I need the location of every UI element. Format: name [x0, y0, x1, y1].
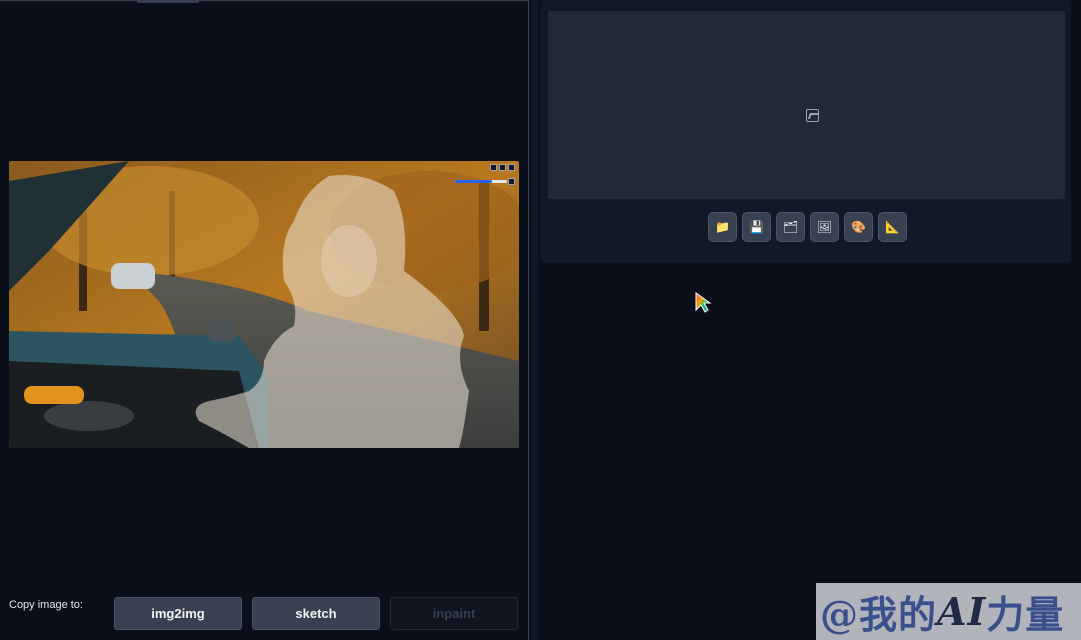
output-panel: 📁 💾 🗂 🖼 🎨 📐 — [541, 0, 1071, 263]
copy-to-img2img-button[interactable]: img2img — [114, 597, 242, 630]
panel-top-indicator — [137, 1, 199, 3]
panel-divider[interactable] — [532, 0, 538, 640]
folder-icon: 📁 — [715, 220, 730, 234]
image-icon — [806, 109, 819, 122]
output-toolbar: 📁 💾 🗂 🖼 🎨 📐 — [708, 212, 907, 242]
watermark-prefix: @我的 — [820, 592, 938, 637]
save-button[interactable]: 💾 — [742, 212, 771, 242]
brush-color-picker[interactable] — [508, 178, 515, 185]
brush-size-slider[interactable] — [455, 180, 507, 183]
zip-button[interactable]: 🗂 — [776, 212, 805, 242]
send-to-img2img-button[interactable]: 🖼 — [810, 212, 839, 242]
brush-size-fill — [455, 180, 493, 183]
output-image-area — [548, 11, 1065, 199]
sketch-canvas[interactable] — [9, 161, 519, 448]
copy-image-label: Copy image to: — [9, 599, 83, 611]
inpaint-panel: Copy image to: img2img sketch inpaint — [0, 0, 529, 640]
watermark-suffix: 力量 — [986, 592, 1065, 637]
triangle-ruler-icon: 📐 — [885, 220, 900, 234]
canvas-toolbar — [490, 164, 515, 171]
save-icon: 💾 — [749, 220, 764, 234]
watermark-logo: @我的 AI 力量 — [816, 583, 1081, 640]
expand-icon[interactable] — [490, 164, 497, 171]
copy-to-inpaint-button: inpaint — [390, 597, 518, 630]
app-root: Copy image to: img2img sketch inpaint 📁 … — [0, 0, 1081, 640]
watermark-ai: AI — [937, 589, 987, 634]
close-icon[interactable] — [508, 164, 515, 171]
open-folder-button[interactable]: 📁 — [708, 212, 737, 242]
send-to-inpaint-button[interactable]: 🎨 — [844, 212, 873, 242]
copy-to-sketch-button[interactable]: sketch — [252, 597, 380, 630]
send-image-icon: 🖼 — [816, 220, 833, 234]
palette-icon: 🎨 — [851, 220, 866, 234]
canvas-image — [9, 161, 519, 448]
undo-icon[interactable] — [499, 164, 506, 171]
copy-image-row: Copy image to: img2img sketch inpaint — [9, 597, 518, 631]
zip-icon: 🗂 — [782, 220, 799, 234]
send-to-extras-button[interactable]: 📐 — [878, 212, 907, 242]
mouse-cursor-icon — [695, 292, 712, 313]
